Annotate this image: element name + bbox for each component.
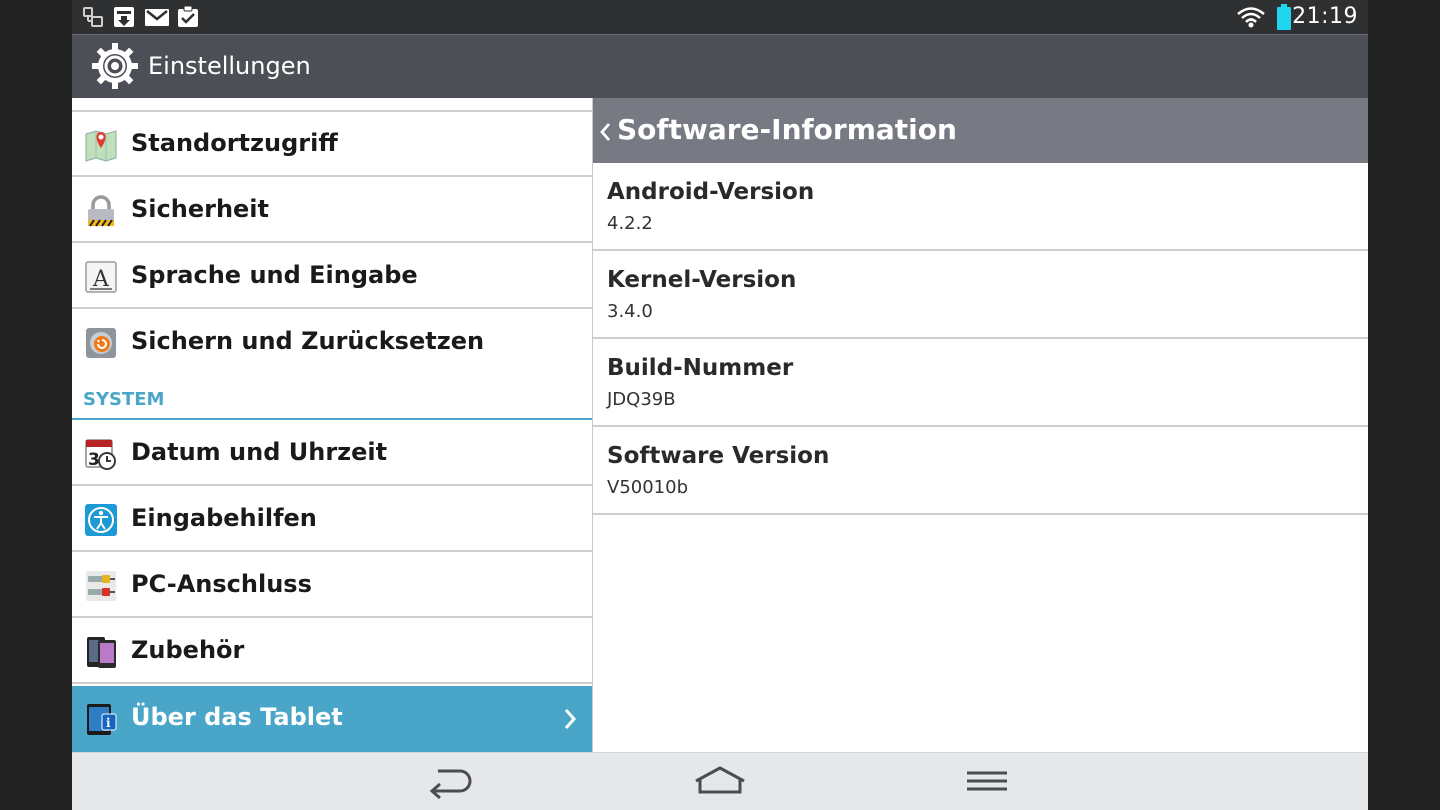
accessory-phone-icon — [84, 635, 118, 669]
chevron-left-icon[interactable] — [599, 122, 613, 146]
home-icon[interactable] — [692, 765, 748, 803]
status-bar: 21:19 — [72, 0, 1368, 34]
svg-text:i: i — [106, 716, 111, 730]
menu-item-sichern-und-zuruecksetzen[interactable]: Sichern und Zurücksetzen — [72, 310, 592, 375]
detail-header[interactable]: Software-Information — [593, 98, 1368, 163]
tablet-info-icon: i — [84, 702, 118, 736]
lock-icon — [84, 194, 118, 228]
menu-icon[interactable] — [964, 765, 1010, 803]
info-row-kernel-version[interactable]: Kernel-Version 3.4.0 — [593, 251, 1368, 339]
keyboard-letter-icon: A — [84, 260, 118, 294]
calendar-clock-icon: 3 — [84, 437, 118, 471]
usb-cable-icon — [84, 569, 118, 603]
gear-icon — [90, 41, 140, 95]
menu-item-datum-und-uhrzeit[interactable]: 3 Datum und Uhrzeit — [72, 421, 592, 486]
clock: 21:19 — [1292, 4, 1358, 29]
detail-title: Software-Information — [617, 113, 957, 146]
section-header-system: SYSTEM — [72, 384, 592, 420]
info-row-software-version[interactable]: Software Version V50010b — [593, 427, 1368, 515]
menu-item-pc-anschluss[interactable]: PC-Anschluss — [72, 553, 592, 618]
device-screen: 21:19 Einstellungen Standortzugriff Sich… — [72, 0, 1368, 810]
task-icon — [176, 5, 200, 33]
download-icon — [112, 5, 136, 33]
app-title: Einstellungen — [148, 52, 311, 80]
wifi-icon — [1236, 6, 1266, 32]
chevron-right-icon — [562, 707, 578, 735]
settings-menu: Standortzugriff Sicherheit A Sprache und… — [72, 98, 593, 752]
detail-panel: Software-Information Android-Version 4.2… — [593, 98, 1368, 752]
usb-debug-icon — [82, 5, 104, 33]
action-bar: Einstellungen — [72, 34, 1368, 99]
menu-item-eingabehilfen[interactable]: Eingabehilfen — [72, 487, 592, 552]
menu-item-standortzugriff[interactable]: Standortzugriff — [72, 112, 592, 177]
info-row-build-nummer[interactable]: Build-Nummer JDQ39B — [593, 339, 1368, 427]
navigation-bar — [72, 752, 1368, 810]
map-pin-icon — [84, 128, 118, 162]
battery-icon — [1276, 4, 1292, 34]
menu-item-sicherheit[interactable]: Sicherheit — [72, 178, 592, 243]
menu-item-sprache-und-eingabe[interactable]: A Sprache und Eingabe — [72, 244, 592, 309]
backup-restore-icon — [84, 326, 118, 360]
info-row-android-version[interactable]: Android-Version 4.2.2 — [593, 163, 1368, 251]
menu-item-zubehoer[interactable]: Zubehör — [72, 619, 592, 684]
gmail-icon — [144, 5, 170, 33]
menu-item-ueber-das-tablet[interactable]: i Über das Tablet — [72, 686, 592, 752]
top-divider — [72, 98, 592, 112]
back-icon[interactable] — [426, 765, 476, 803]
accessibility-icon — [84, 503, 118, 537]
